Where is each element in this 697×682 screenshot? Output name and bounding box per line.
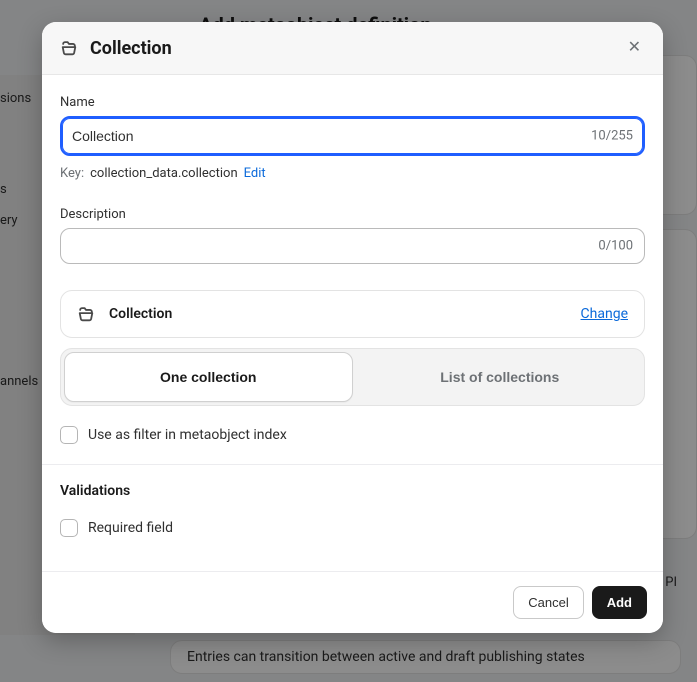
edit-key-link[interactable]: Edit	[244, 166, 266, 181]
collection-field-modal: Collection ✕ Name 10/255 Key: collection…	[42, 22, 663, 633]
cardinality-segmented: One collection List of collections	[60, 348, 645, 406]
cancel-button[interactable]: Cancel	[513, 586, 583, 619]
collection-icon	[60, 39, 78, 57]
close-button[interactable]: ✕	[624, 36, 645, 60]
change-type-link[interactable]: Change	[581, 306, 628, 322]
required-field-label: Required field	[88, 520, 173, 536]
required-field-checkbox[interactable]	[60, 519, 78, 537]
collection-icon	[77, 305, 95, 323]
type-name: Collection	[109, 306, 567, 322]
list-collections-tab[interactable]: List of collections	[356, 349, 644, 405]
close-icon: ✕	[628, 39, 641, 56]
one-collection-tab[interactable]: One collection	[64, 352, 353, 402]
type-card: Collection Change	[60, 290, 645, 338]
modal-header: Collection ✕	[42, 22, 663, 75]
description-input[interactable]	[60, 228, 645, 264]
add-button[interactable]: Add	[592, 586, 647, 619]
key-value: collection_data.collection	[90, 166, 238, 181]
modal-title: Collection	[90, 38, 612, 59]
use-as-filter-label: Use as filter in metaobject index	[88, 427, 287, 443]
use-as-filter-checkbox[interactable]	[60, 426, 78, 444]
description-label: Description	[60, 207, 645, 222]
modal-footer: Cancel Add	[42, 571, 663, 633]
validations-heading: Validations	[60, 483, 645, 499]
key-prefix: Key:	[60, 166, 84, 181]
name-label: Name	[60, 95, 645, 110]
name-input[interactable]	[60, 116, 645, 156]
